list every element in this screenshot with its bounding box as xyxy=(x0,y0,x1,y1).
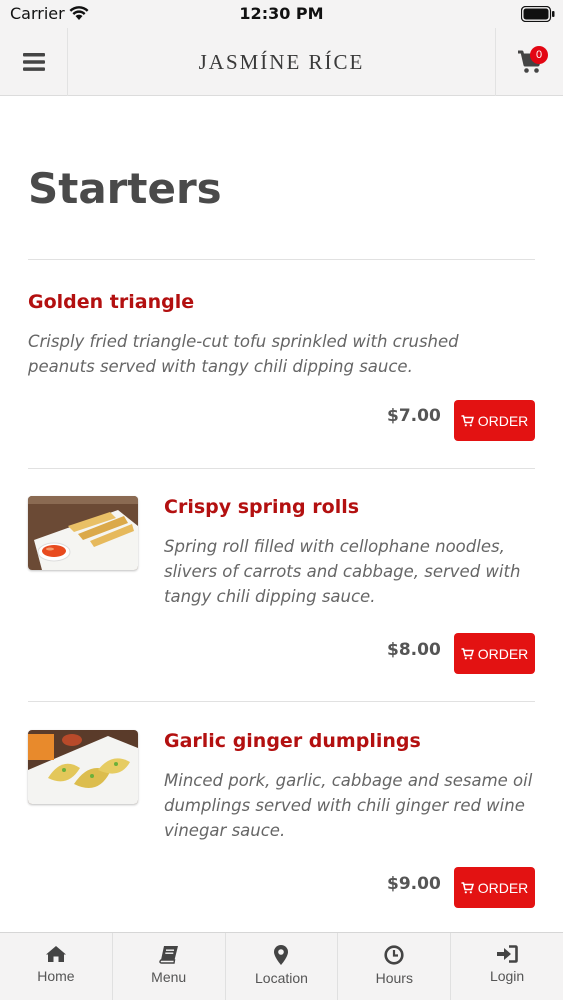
menu-item-golden-triangle: Golden triangle Crisply fried triangle-c… xyxy=(28,291,535,441)
tab-login[interactable]: Login xyxy=(451,933,563,1000)
dumplings-photo xyxy=(28,730,138,804)
cart-icon xyxy=(461,414,474,426)
book-icon xyxy=(158,946,178,964)
page-title: Starters xyxy=(28,164,222,213)
item-price: $8.00 xyxy=(387,640,441,660)
item-name: Golden triangle xyxy=(28,291,195,313)
menu-item-garlic-ginger-dumplings: Garlic ginger dumplings Minced pork, gar… xyxy=(28,730,535,910)
divider xyxy=(28,468,535,469)
clock-time: 12:30 PM xyxy=(239,4,324,23)
bottom-tab-bar: Home Menu Location Hours Login xyxy=(0,932,563,1000)
cart-icon xyxy=(461,881,474,893)
battery-icon xyxy=(520,5,555,23)
item-price: $7.00 xyxy=(387,406,441,426)
item-name: Garlic ginger dumplings xyxy=(164,730,421,752)
divider xyxy=(28,259,535,260)
home-icon xyxy=(45,946,66,962)
cart-button[interactable]: 0 xyxy=(495,28,563,96)
spring-rolls-photo xyxy=(28,496,138,570)
app-header: JASMÍNE RÍCE 0 xyxy=(0,28,563,96)
tab-label: Login xyxy=(489,968,525,984)
menu-item-crispy-spring-rolls: Crispy spring rolls Spring roll filled w… xyxy=(28,496,535,676)
clock-icon xyxy=(384,945,404,965)
tab-label: Location xyxy=(255,970,308,986)
map-pin-icon xyxy=(274,945,289,965)
tab-menu[interactable]: Menu xyxy=(113,933,226,1000)
order-button[interactable]: ORDER xyxy=(454,400,535,441)
order-button[interactable]: ORDER xyxy=(454,867,535,908)
divider xyxy=(28,701,535,702)
order-button[interactable]: ORDER xyxy=(454,633,535,674)
item-description: Crisply fried triangle-cut tofu sprinkle… xyxy=(28,332,459,376)
cart-icon xyxy=(461,647,474,659)
tab-label: Menu xyxy=(151,969,187,985)
tab-label: Home xyxy=(37,968,75,984)
item-description: Spring roll filled with cellophane noodl… xyxy=(164,537,521,606)
order-button-label: ORDER xyxy=(477,645,529,662)
tab-label: Hours xyxy=(375,970,413,986)
menu-content: Starters Golden triangle Crisply fried t… xyxy=(0,96,563,932)
item-description: Minced pork, garlic, cabbage and sesame … xyxy=(164,771,533,840)
item-name: Crispy spring rolls xyxy=(164,496,360,518)
tab-hours[interactable]: Hours xyxy=(338,933,452,1000)
restaurant-logo: JASMÍNE RÍCE xyxy=(198,50,365,74)
login-icon xyxy=(497,945,518,963)
order-button-label: ORDER xyxy=(477,412,529,429)
cart-count-badge: 0 xyxy=(530,46,548,64)
item-price: $9.00 xyxy=(387,874,441,894)
status-bar: Carrier 12:30 PM xyxy=(0,0,563,28)
order-button-label: ORDER xyxy=(477,879,529,896)
tab-home[interactable]: Home xyxy=(0,933,113,1000)
tab-location[interactable]: Location xyxy=(226,933,339,1000)
